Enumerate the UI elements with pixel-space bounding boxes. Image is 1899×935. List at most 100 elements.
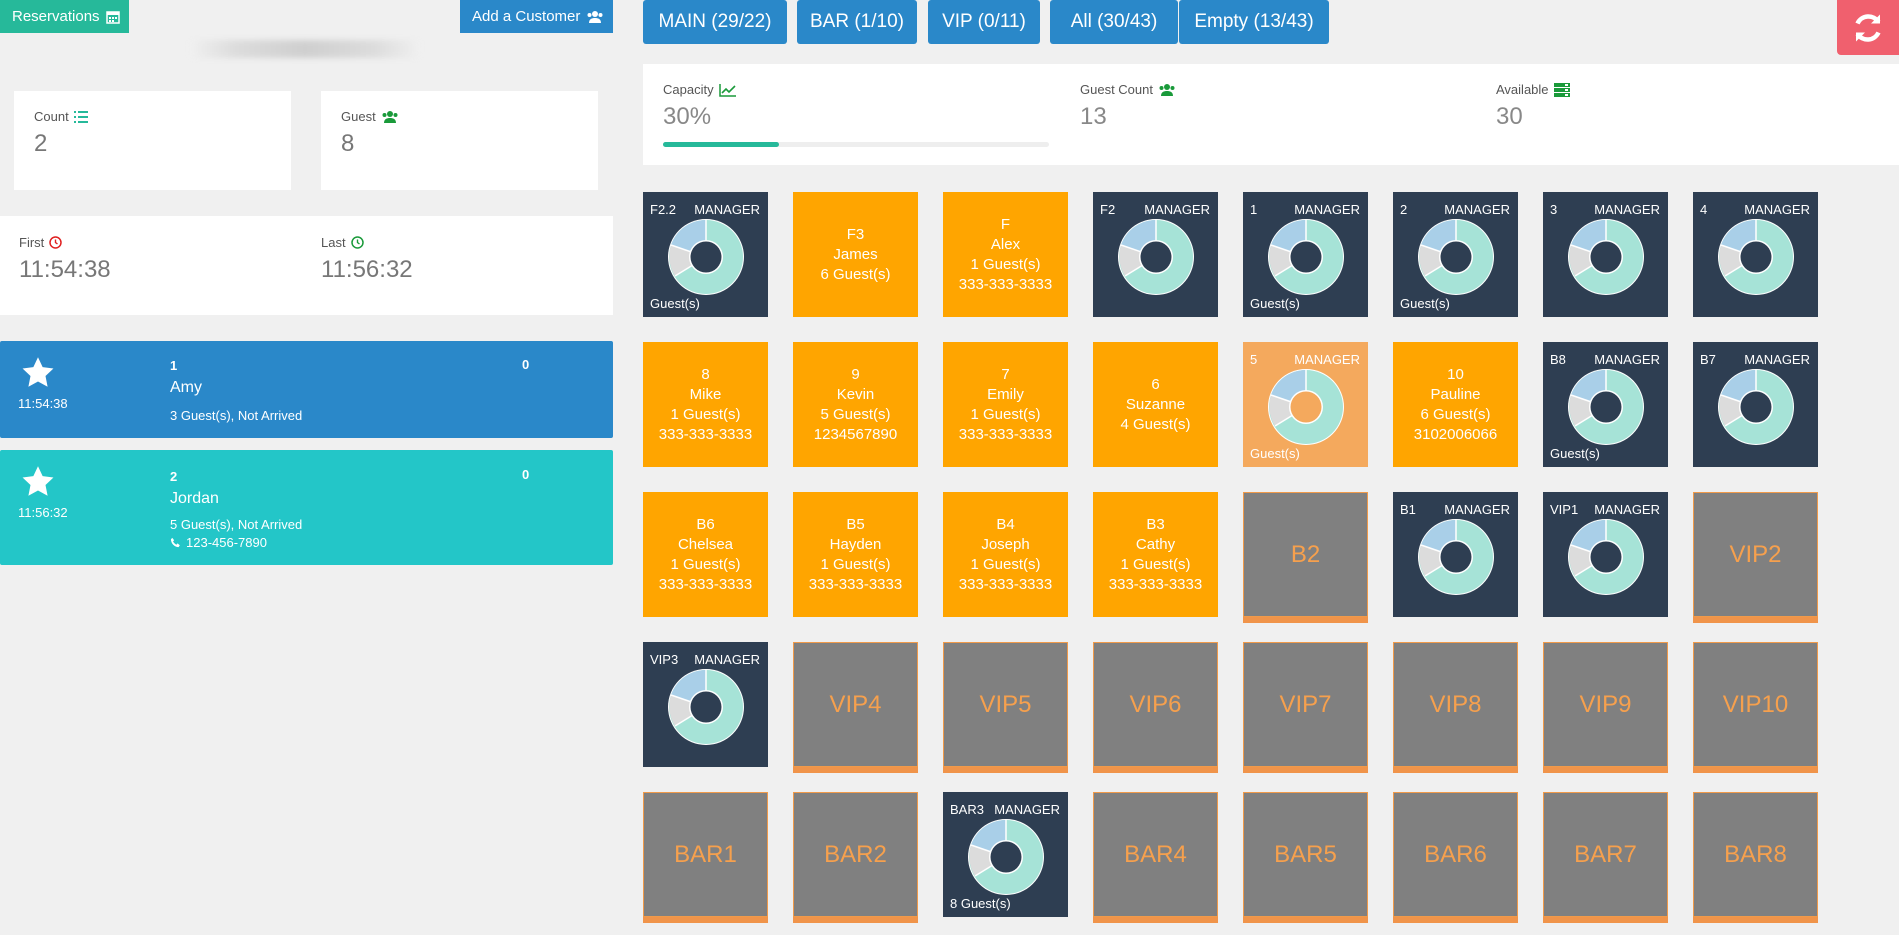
occupancy-donut — [1568, 219, 1644, 295]
tile-line: B6 — [696, 515, 715, 533]
table-tile-empty[interactable]: VIP10 — [1693, 642, 1818, 767]
table-tile-empty[interactable]: VIP6 — [1093, 642, 1218, 767]
tab-bar[interactable]: BAR (1/10) — [797, 0, 917, 44]
table-tile-occupied[interactable]: B8 MANAGER Guest(s) — [1543, 342, 1668, 467]
table-tile-reserved[interactable]: 9 Kevin 5 Guest(s) 1234567890 — [793, 342, 918, 467]
reservation-card[interactable]: 11:54:38 1 Amy 3 Guest(s), Not Arrived 0 — [0, 341, 613, 438]
table-tile-reserved[interactable]: B5 Hayden 1 Guest(s) 333-333-3333 — [793, 492, 918, 617]
table-tile-occupied[interactable]: 5 MANAGER Guest(s) — [1243, 342, 1368, 467]
table-tile-empty[interactable]: B2 — [1243, 492, 1368, 617]
table-tile-empty[interactable]: VIP8 — [1393, 642, 1518, 767]
reservations-button[interactable]: Reservations — [0, 0, 129, 33]
donut-wrapper — [1267, 218, 1345, 296]
occupancy-donut — [1268, 219, 1344, 295]
star-icon — [20, 464, 56, 500]
manager-label: MANAGER — [694, 652, 760, 667]
table-tile-empty[interactable]: BAR2 — [793, 792, 918, 917]
table-tile-occupied[interactable]: 2 MANAGER Guest(s) — [1393, 192, 1518, 317]
table-tile-reserved[interactable]: 10 Pauline 6 Guest(s) 3102006066 — [1393, 342, 1518, 467]
table-tile-reserved[interactable]: B3 Cathy 1 Guest(s) 333-333-3333 — [1093, 492, 1218, 617]
count-value: 2 — [34, 130, 48, 157]
tile-line: 8 — [701, 365, 710, 383]
table-tile-reserved[interactable]: B6 Chelsea 1 Guest(s) 333-333-3333 — [643, 492, 768, 617]
add-customer-button-label: Add a Customer — [472, 8, 581, 25]
table-name: VIP10 — [1722, 690, 1789, 718]
table-name: VIP8 — [1429, 690, 1482, 718]
tile-line: 6 Guest(s) — [820, 265, 891, 283]
donut-wrapper — [1717, 368, 1795, 446]
tile-line: Suzanne — [1125, 395, 1186, 413]
donut-wrapper — [1417, 218, 1495, 296]
tab-vip[interactable]: VIP (0/11) — [928, 0, 1040, 44]
donut-wrapper — [1267, 368, 1345, 446]
table-tile-reserved[interactable]: 7 Emily 1 Guest(s) 333-333-3333 — [943, 342, 1068, 467]
table-tile-occupied[interactable]: B7 MANAGER — [1693, 342, 1818, 467]
occupancy-donut — [668, 219, 744, 295]
users-icon — [381, 110, 399, 124]
reservation-name: Jordan — [170, 490, 219, 507]
table-name: BAR3 — [950, 802, 984, 817]
table-tile-empty[interactable]: BAR7 — [1543, 792, 1668, 917]
tile-line: Pauline — [1430, 385, 1481, 403]
occupancy-donut — [1568, 519, 1644, 595]
tab-all[interactable]: All (30/43) — [1050, 0, 1178, 44]
table-tile-reserved[interactable]: F3 James 6 Guest(s) — [793, 192, 918, 317]
table-tile-empty[interactable]: BAR6 — [1393, 792, 1518, 917]
table-tile-occupied[interactable]: 3 MANAGER — [1543, 192, 1668, 317]
available-value: 30 — [1496, 103, 1523, 130]
table-tile-reserved[interactable]: F Alex 1 Guest(s) 333-333-3333 — [943, 192, 1068, 317]
tab-main[interactable]: MAIN (29/22) — [643, 0, 787, 44]
donut-wrapper — [1117, 218, 1195, 296]
tile-line: 1 Guest(s) — [970, 255, 1041, 273]
table-tile-reserved[interactable]: B4 Joseph 1 Guest(s) 333-333-3333 — [943, 492, 1068, 617]
tile-line: 6 — [1151, 375, 1160, 393]
table-tile-occupied[interactable]: 4 MANAGER — [1693, 192, 1818, 317]
table-name: BAR6 — [1424, 840, 1487, 868]
table-tile-empty[interactable]: BAR8 — [1693, 792, 1818, 917]
manager-label: MANAGER — [1594, 352, 1660, 367]
table-tile-occupied[interactable]: F2.2 MANAGER Guest(s) — [643, 192, 768, 317]
capacity-value: 30% — [663, 103, 712, 130]
table-tile-empty[interactable]: VIP4 — [793, 642, 918, 767]
table-tile-empty[interactable]: BAR1 — [643, 792, 768, 917]
table-tile-occupied[interactable]: VIP1 MANAGER — [1543, 492, 1668, 617]
table-tile-occupied[interactable]: VIP3 MANAGER — [643, 642, 768, 767]
table-tile-empty[interactable]: BAR4 — [1093, 792, 1218, 917]
guest-count-value: 13 — [1080, 103, 1107, 130]
table-tile-reserved[interactable]: 6 Suzanne 4 Guest(s) — [1093, 342, 1218, 467]
table-tile-occupied[interactable]: BAR3 MANAGER 8 Guest(s) — [943, 792, 1068, 917]
available-stat: Available 30 — [1496, 82, 1570, 131]
manager-label: MANAGER — [1444, 202, 1510, 217]
table-tile-occupied[interactable]: B1 MANAGER — [1393, 492, 1518, 617]
table-name: BAR2 — [824, 840, 887, 868]
tile-line: 10 — [1447, 365, 1464, 383]
table-name: 4 — [1700, 202, 1708, 217]
refresh-icon — [1850, 10, 1886, 46]
add-customer-button[interactable]: Add a Customer — [460, 0, 613, 33]
stats-panel: Capacity 30% Guest Count 13 Available 30 — [643, 64, 1899, 165]
guest-footer: Guest(s) — [650, 296, 700, 311]
table-tile-empty[interactable]: VIP7 — [1243, 642, 1368, 767]
capacity-progress-bar — [663, 142, 1049, 147]
manager-label: MANAGER — [1744, 352, 1810, 367]
table-name: BAR4 — [1124, 840, 1187, 868]
table-tile-occupied[interactable]: F2 MANAGER — [1093, 192, 1218, 317]
table-name: VIP3 — [650, 652, 679, 667]
tile-line: 333-333-3333 — [808, 575, 903, 593]
server-icon — [1553, 82, 1570, 97]
occupancy-donut — [1118, 219, 1194, 295]
guest-value: 8 — [341, 130, 355, 157]
table-tile-empty[interactable]: VIP9 — [1543, 642, 1668, 767]
table-tile-empty[interactable]: VIP5 — [943, 642, 1068, 767]
reservation-card[interactable]: 11:56:32 2 Jordan 5 Guest(s), Not Arrive… — [0, 450, 613, 565]
count-card: Count 2 — [14, 91, 291, 190]
table-tile-reserved[interactable]: 8 Mike 1 Guest(s) 333-333-3333 — [643, 342, 768, 467]
table-name: VIP2 — [1729, 540, 1782, 568]
refresh-button[interactable] — [1837, 0, 1899, 55]
tab-empty[interactable]: Empty (13/43) — [1179, 0, 1329, 44]
guest-card: Guest 8 — [321, 91, 598, 190]
table-tile-empty[interactable]: BAR5 — [1243, 792, 1368, 917]
capacity-progress-fill — [663, 142, 779, 147]
table-tile-occupied[interactable]: 1 MANAGER Guest(s) — [1243, 192, 1368, 317]
table-tile-empty[interactable]: VIP2 — [1693, 492, 1818, 617]
